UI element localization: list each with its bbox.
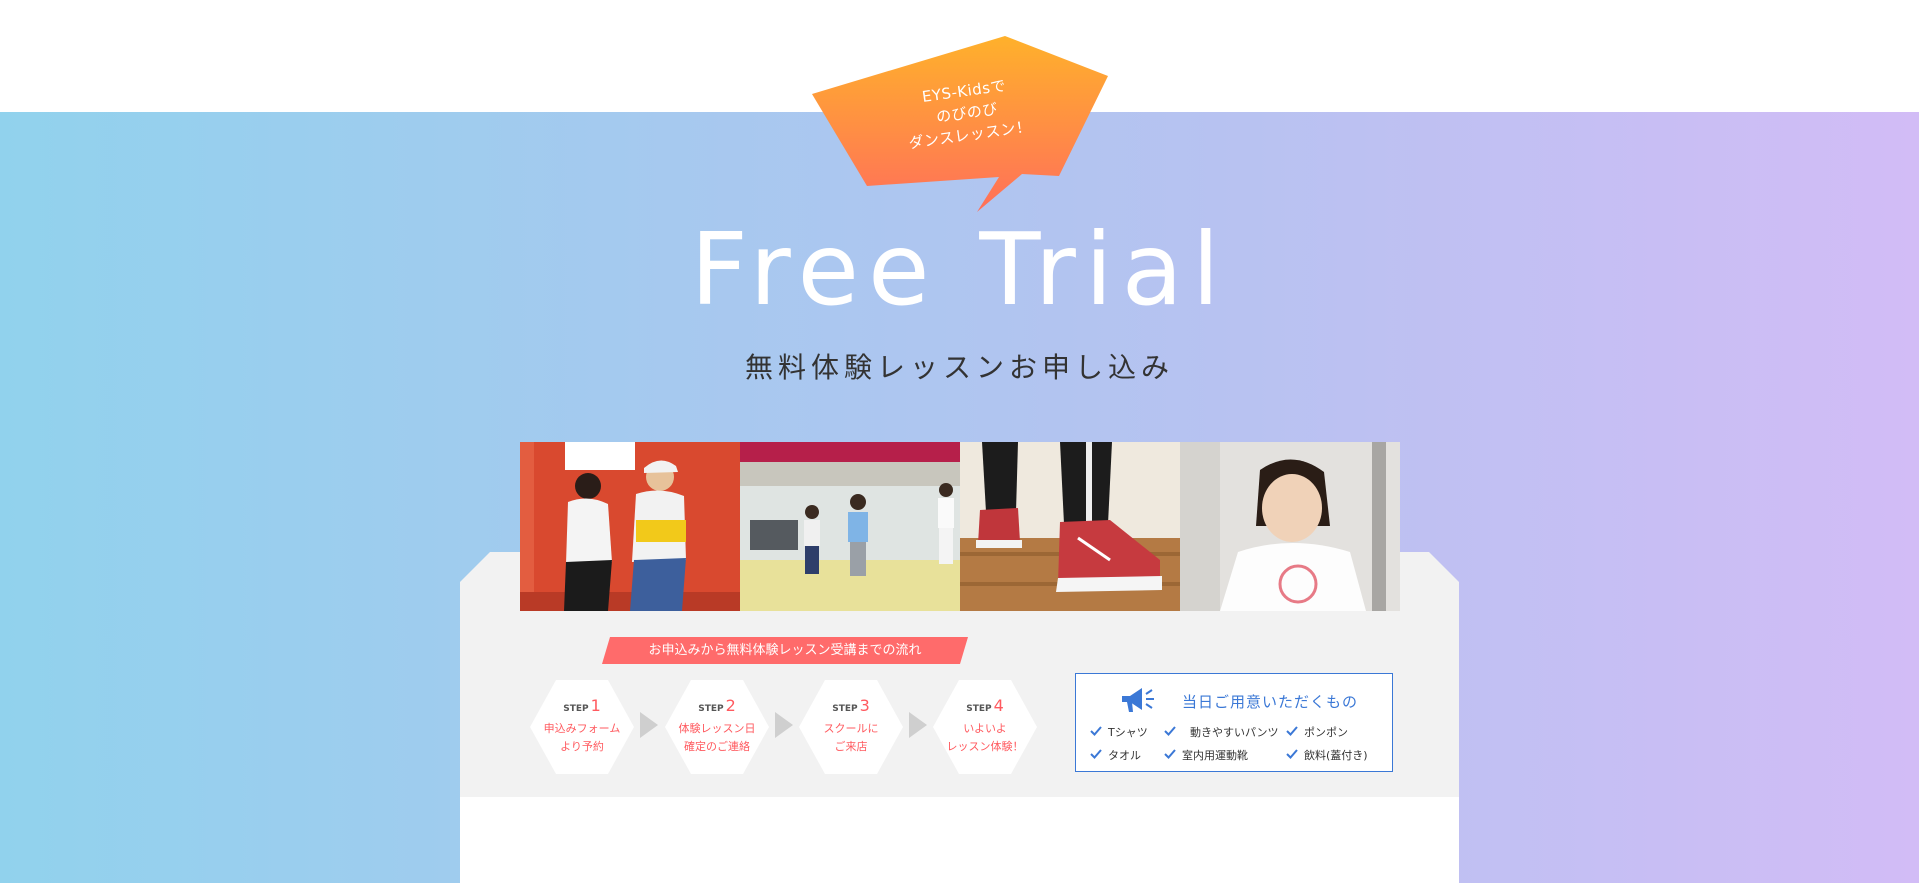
check-icon xyxy=(1090,726,1102,736)
step-arrow xyxy=(775,712,793,738)
step-4-head: STEP 4 xyxy=(933,696,1037,715)
step-1-prefix: STEP xyxy=(563,704,589,714)
step-1-text: 申込みフォーム より予約 xyxy=(543,722,621,753)
photo-girl-portrait xyxy=(1180,442,1400,611)
check-icon xyxy=(1090,749,1102,759)
item-1: 動きやすいパンツ xyxy=(1190,726,1279,739)
panel-bottom xyxy=(460,797,1459,883)
item-4: 室内用運動靴 xyxy=(1182,749,1248,762)
step-1-head: STEP 1 xyxy=(530,696,634,715)
item-2: ポンポン xyxy=(1304,726,1348,739)
photo-studio-kids xyxy=(740,442,960,611)
check-icon xyxy=(1286,749,1298,759)
item-0: Tシャツ xyxy=(1108,726,1148,739)
item-5: 飲料(蓋付き) xyxy=(1304,749,1368,762)
speech-bubble: EYS-Kidsで のびのび ダンスレッスン！ xyxy=(812,34,1110,216)
megaphone-icon xyxy=(1118,684,1158,720)
step-2-head: STEP 2 xyxy=(665,696,769,715)
step-3-head: STEP 3 xyxy=(799,696,903,715)
step-1: STEP 1 申込みフォーム より予約 xyxy=(530,680,634,774)
step-arrow xyxy=(909,712,927,738)
step-3-num: 3 xyxy=(859,696,870,715)
photo-strip xyxy=(520,442,1400,611)
check-icon xyxy=(1286,726,1298,736)
step-2-num: 2 xyxy=(725,696,736,715)
item-3: タオル xyxy=(1108,749,1141,762)
step-2-text: 体験レッスン日 確定のご連絡 xyxy=(678,722,756,753)
items-title: 当日ご用意いただくもの xyxy=(1182,693,1359,711)
step-4-text: いよいよ レッスン体験！ xyxy=(946,722,1024,753)
check-icon xyxy=(1164,726,1176,736)
step-4: STEP 4 いよいよ レッスン体験！ xyxy=(933,680,1037,774)
step-2-prefix: STEP xyxy=(698,704,724,714)
page-subtitle: 無料体験レッスンお申し込み xyxy=(744,351,1174,384)
check-icon xyxy=(1164,749,1176,759)
page-title: Free Trial xyxy=(690,211,1229,328)
photo-dancers-red-wall xyxy=(520,442,740,611)
step-1-num: 1 xyxy=(590,696,601,715)
step-arrow xyxy=(640,712,658,738)
items-box: 当日ご用意いただくもの Tシャツ 動きやすいパンツ ポンポン タオル 室内用運動… xyxy=(1075,673,1393,772)
step-3-prefix: STEP xyxy=(832,704,858,714)
step-3: STEP 3 スクールに ご来店 xyxy=(799,680,903,774)
photo-sneakers xyxy=(960,442,1180,611)
step-4-prefix: STEP xyxy=(966,704,992,714)
step-2: STEP 2 体験レッスン日 確定のご連絡 xyxy=(665,680,769,774)
step-4-num: 4 xyxy=(993,696,1004,715)
step-3-text: スクールに ご来店 xyxy=(823,722,879,753)
flow-label: お申込みから無料体験レッスン受講までの流れ xyxy=(602,637,968,664)
